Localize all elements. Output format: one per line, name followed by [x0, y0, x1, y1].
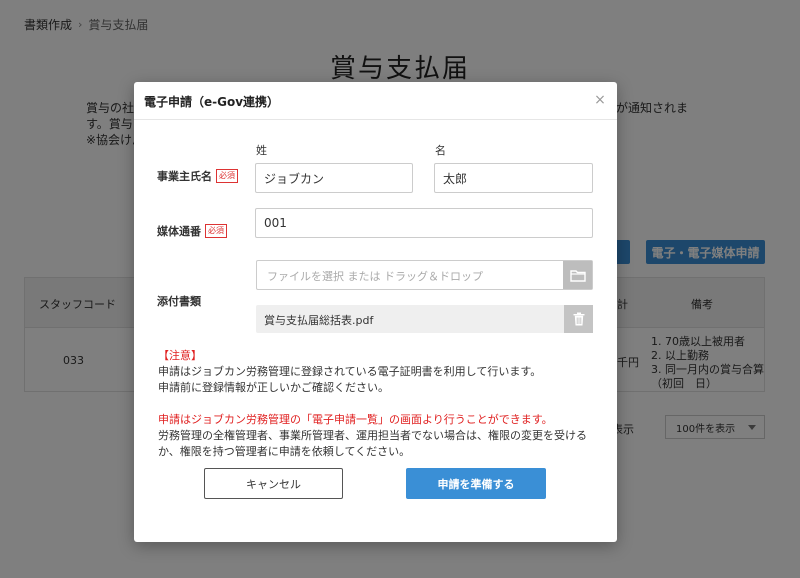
notice-gap: [158, 396, 598, 412]
notice-line: か、権限を持つ管理者に申請を依頼してください。: [158, 445, 411, 458]
close-icon[interactable]: ×: [591, 91, 609, 109]
owner-name-label: 事業主氏名 必須: [157, 168, 238, 184]
attached-file-row: 賞与支払届総括表.pdf: [256, 305, 593, 333]
first-name-label: 名: [435, 144, 446, 157]
notice-text: 【注意】 申請はジョブカン労務管理に登録されている電子証明書を利用して行います。…: [158, 348, 598, 460]
attachment-label-text: 添付書類: [157, 295, 201, 308]
first-name-input[interactable]: [434, 163, 593, 193]
notice-line-red: 申請はジョブカン労務管理の「電子申請一覧」の画面より行うことができます。: [158, 413, 553, 426]
media-number-label: 媒体通番 必須: [157, 223, 227, 239]
file-drop-placeholder: ファイルを選択 または ドラッグ＆ドロップ: [267, 270, 483, 283]
notice-line: 申請はジョブカン労務管理に登録されている電子証明書を利用して行います。: [158, 365, 542, 378]
notice-heading: 【注意】: [158, 349, 202, 362]
media-number-label-text: 媒体通番: [157, 225, 201, 238]
required-badge: 必須: [205, 224, 227, 238]
cancel-button[interactable]: キャンセル: [204, 468, 343, 499]
required-badge: 必須: [216, 169, 238, 183]
trash-icon[interactable]: [564, 305, 593, 333]
owner-name-label-text: 事業主氏名: [157, 170, 212, 183]
egov-modal: 電子申請（e-Gov連携） × 姓 名 事業主氏名 必須 媒体通番 必須 添付書…: [134, 82, 617, 542]
notice-line: 申請前に登録情報が正しいかご確認ください。: [158, 381, 389, 394]
file-drop-input[interactable]: ファイルを選択 または ドラッグ＆ドロップ: [256, 260, 593, 290]
folder-icon[interactable]: [563, 261, 592, 289]
media-number-input[interactable]: [255, 208, 593, 238]
attachment-label: 添付書類: [157, 293, 201, 309]
notice-line: 労務管理の全権管理者、事業所管理者、運用担当者でない場合は、権限の変更を受ける: [158, 429, 587, 442]
last-name-label: 姓: [256, 144, 267, 157]
attached-file-name: 賞与支払届総括表.pdf: [264, 314, 374, 327]
modal-header: 電子申請（e-Gov連携） ×: [134, 82, 617, 120]
modal-title: 電子申請（e-Gov連携）: [144, 95, 280, 109]
prepare-application-button[interactable]: 申請を準備する: [406, 468, 546, 499]
last-name-input[interactable]: [255, 163, 413, 193]
